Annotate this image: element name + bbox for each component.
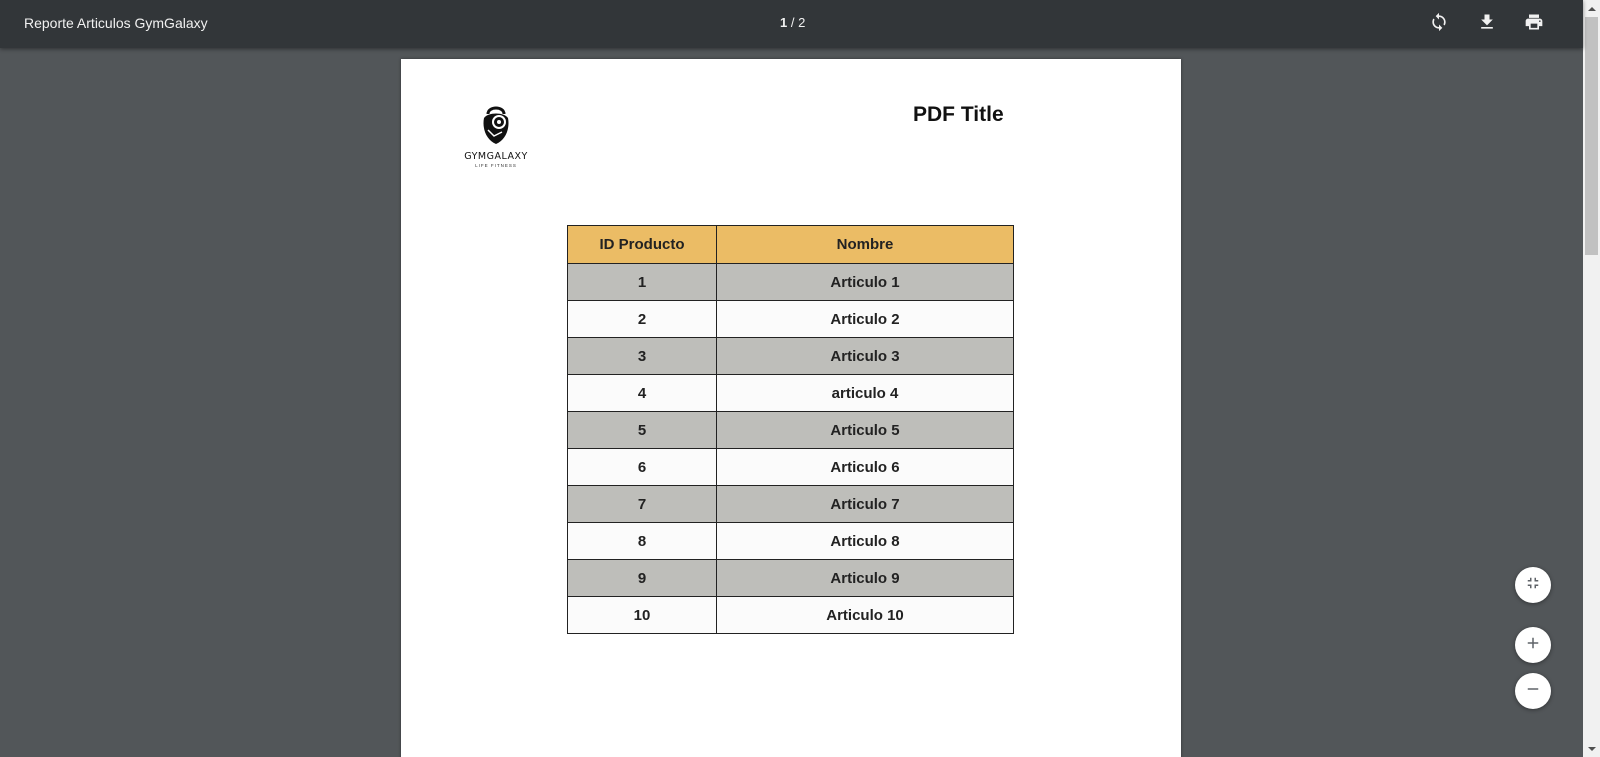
column-header-id: ID Producto (567, 225, 717, 264)
table-row: 1 Articulo 1 (567, 263, 1014, 301)
cell-nombre: Articulo 1 (716, 263, 1014, 301)
table-row: 2 Articulo 2 (567, 300, 1014, 338)
cell-nombre: Articulo 8 (716, 522, 1014, 560)
column-header-nombre: Nombre (716, 225, 1014, 264)
zoom-in-icon (1524, 634, 1542, 657)
kettlebell-icon (483, 106, 509, 144)
scroll-down-arrow[interactable] (1583, 740, 1600, 757)
cell-nombre: Articulo 3 (716, 337, 1014, 375)
fit-page-icon (1524, 574, 1542, 597)
logo-tagline: LIFE FITNESS (475, 163, 517, 168)
download-button[interactable] (1471, 8, 1503, 40)
zoom-in-button[interactable] (1515, 627, 1551, 663)
cell-nombre: Articulo 2 (716, 300, 1014, 338)
cell-id: 10 (567, 596, 717, 634)
table-row: 7 Articulo 7 (567, 485, 1014, 523)
cell-nombre: Articulo 10 (716, 596, 1014, 634)
download-icon (1477, 12, 1497, 37)
cell-id: 6 (567, 448, 717, 486)
table-row: 8 Articulo 8 (567, 522, 1014, 560)
print-button[interactable] (1518, 8, 1550, 40)
cell-id: 4 (567, 374, 717, 412)
cell-id: 8 (567, 522, 717, 560)
scroll-up-arrow[interactable] (1583, 0, 1600, 17)
table-row: 9 Articulo 9 (567, 559, 1014, 597)
articles-table: ID Producto Nombre 1 Articulo 1 2 Articu… (567, 225, 1014, 634)
cell-nombre: Articulo 5 (716, 411, 1014, 449)
table-row: 5 Articulo 5 (567, 411, 1014, 449)
pdf-page: GYMGALAXY LIFE FITNESS PDF Title ID Prod… (401, 59, 1181, 757)
cell-nombre: Articulo 6 (716, 448, 1014, 486)
total-pages: / 2 (790, 15, 806, 30)
cell-id: 5 (567, 411, 717, 449)
table-header-row: ID Producto Nombre (567, 225, 1014, 264)
cell-id: 9 (567, 559, 717, 597)
table-row: 10 Articulo 10 (567, 596, 1014, 634)
logo-name: GYMGALAXY (464, 151, 528, 162)
zoom-out-button[interactable] (1515, 673, 1551, 709)
cell-nombre: articulo 4 (716, 374, 1014, 412)
table-row: 3 Articulo 3 (567, 337, 1014, 375)
cell-id: 2 (567, 300, 717, 338)
cell-id: 1 (567, 263, 717, 301)
rotate-button[interactable] (1423, 8, 1455, 40)
rotate-icon (1429, 12, 1449, 37)
fit-page-button[interactable] (1515, 567, 1551, 603)
cell-id: 7 (567, 485, 717, 523)
gymgalaxy-logo: GYMGALAXY LIFE FITNESS (458, 100, 534, 172)
table-row: 6 Articulo 6 (567, 448, 1014, 486)
pdf-title: PDF Title (913, 103, 1004, 126)
table-row: 4 articulo 4 (567, 374, 1014, 412)
current-page[interactable]: 1 (780, 15, 787, 30)
pdf-toolbar: Reporte Articulos GymGalaxy 1 / 2 (0, 0, 1583, 48)
cell-nombre: Articulo 9 (716, 559, 1014, 597)
pdf-viewer[interactable]: GYMGALAXY LIFE FITNESS PDF Title ID Prod… (0, 48, 1583, 757)
cell-id: 3 (567, 337, 717, 375)
zoom-out-icon (1524, 680, 1542, 703)
page-counter: 1 / 2 (780, 15, 805, 30)
document-title: Reporte Articulos GymGalaxy (24, 15, 208, 31)
vertical-scrollbar[interactable] (1583, 0, 1600, 757)
print-icon (1524, 12, 1544, 37)
cell-nombre: Articulo 7 (716, 485, 1014, 523)
scrollbar-thumb[interactable] (1585, 17, 1598, 255)
